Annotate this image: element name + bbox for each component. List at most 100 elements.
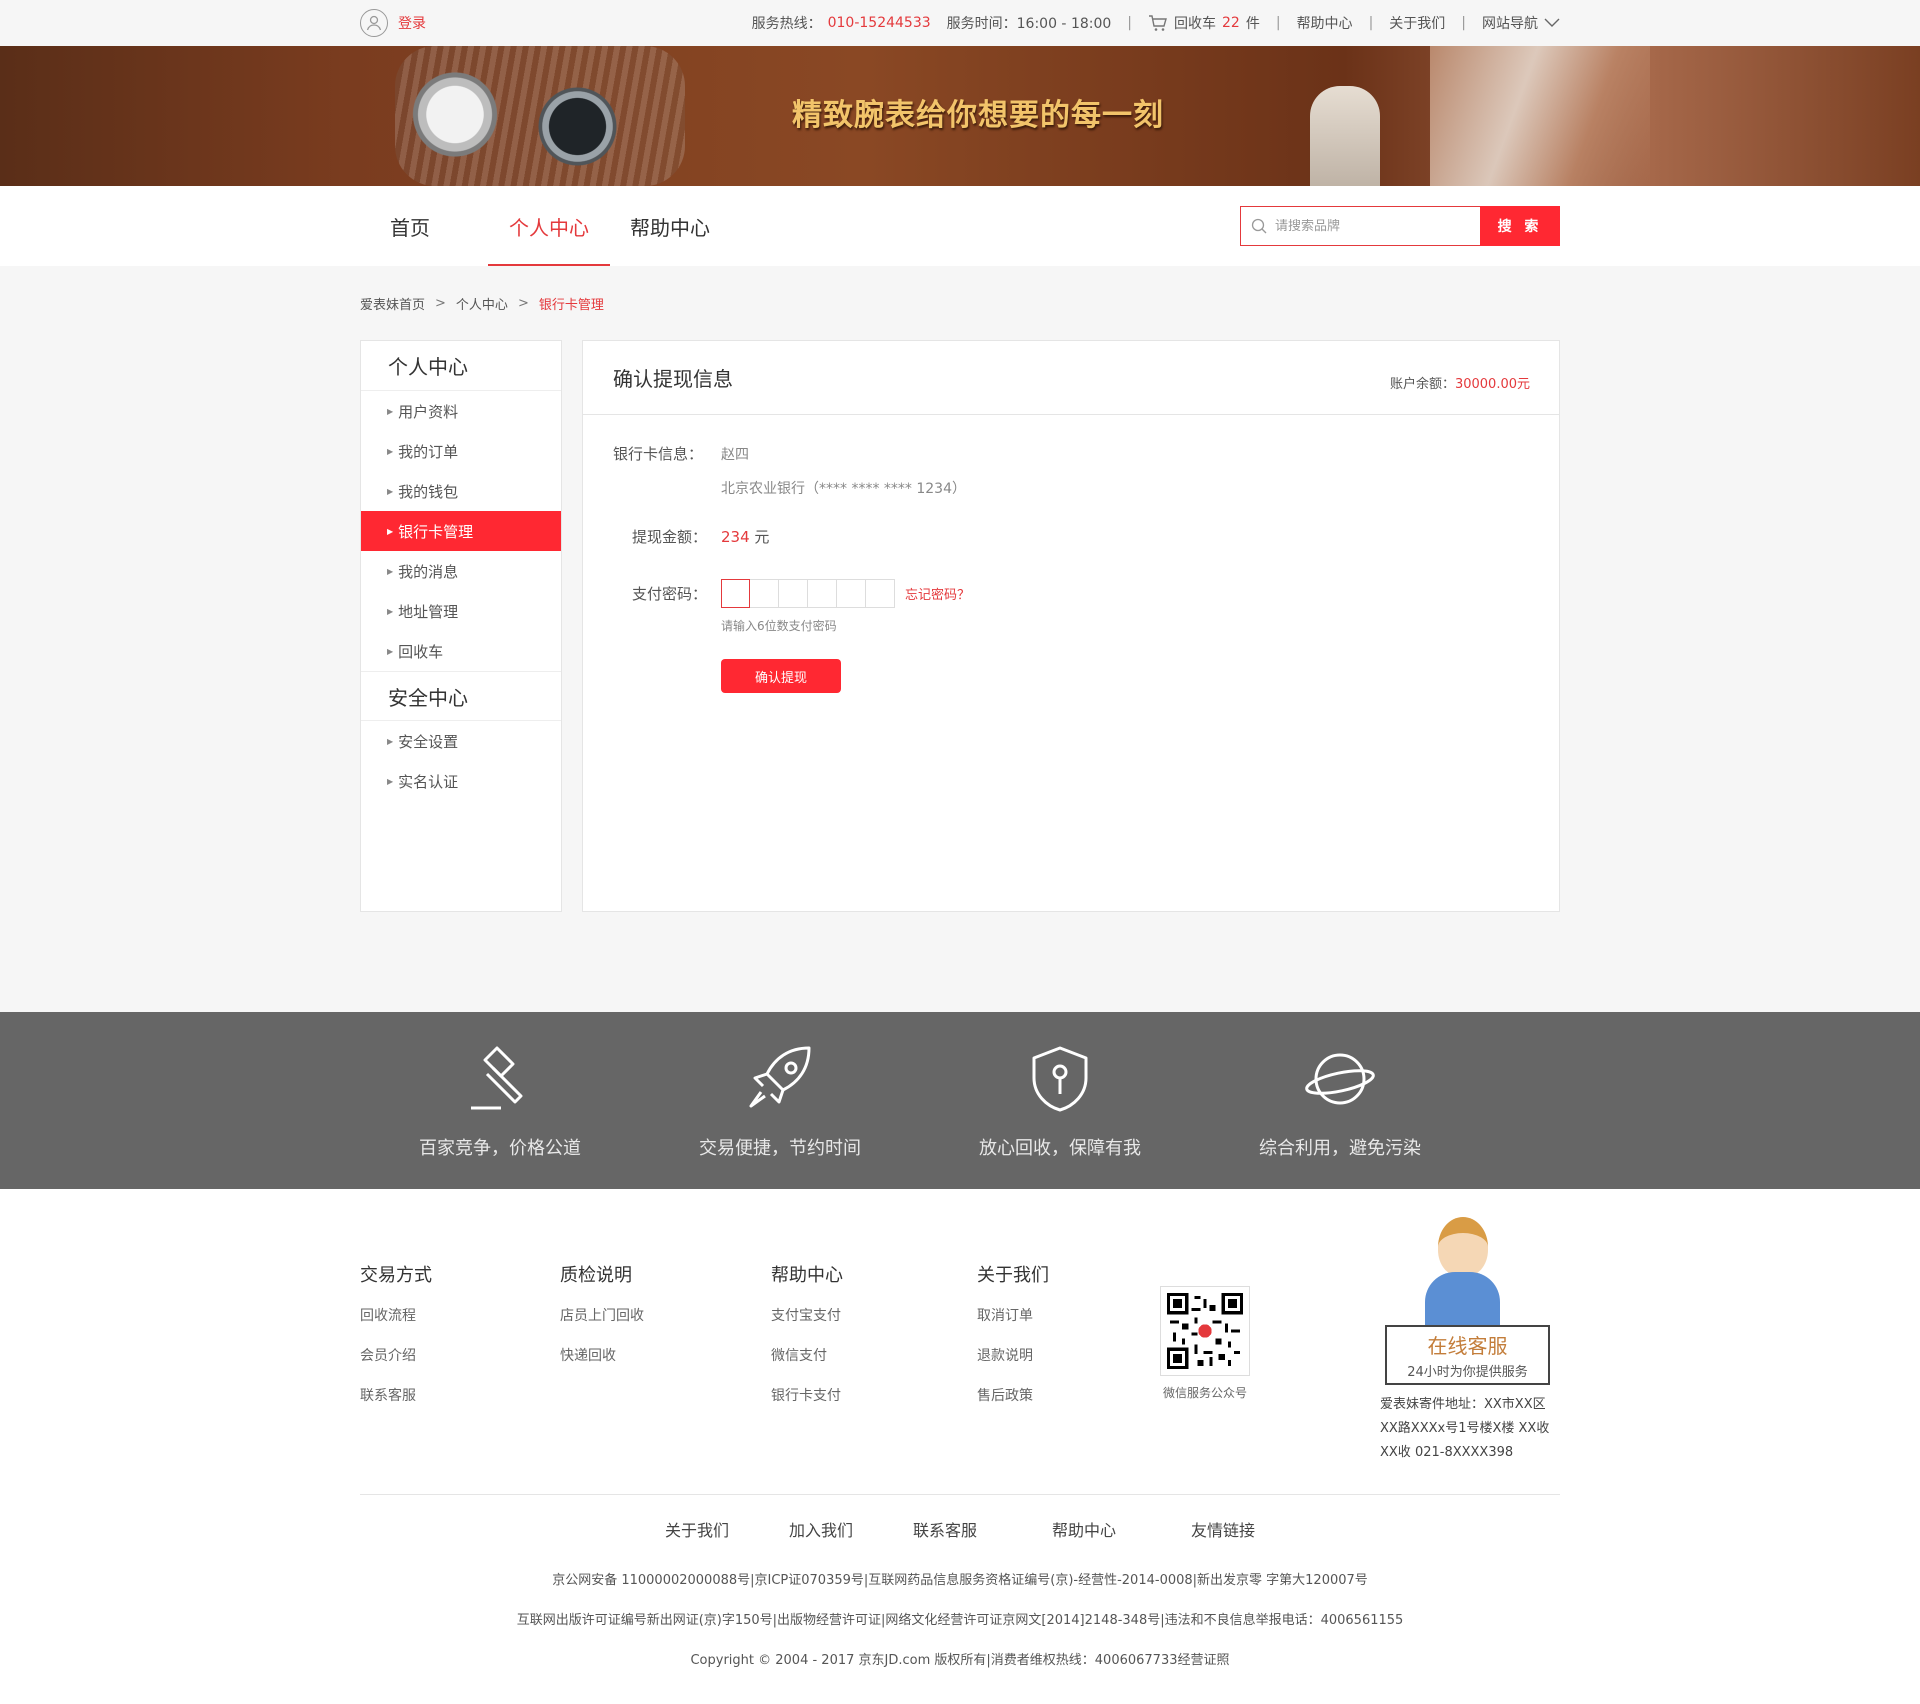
sidebar-item-label: 回收车 — [398, 642, 444, 661]
planet-icon — [1305, 1053, 1375, 1105]
divider: | — [1461, 15, 1466, 31]
footer-link[interactable]: 快递回收 — [560, 1345, 771, 1385]
gavel-icon — [471, 1046, 523, 1110]
main-nav-bar: 首页 个人中心 帮助中心 搜 索 — [0, 186, 1920, 266]
password-input-grid[interactable] — [721, 579, 895, 608]
nav-home[interactable]: 首页 — [360, 186, 460, 266]
legal-line-2: 互联网出版许可证编号新出网证(京)字150号|出版物经营许可证|网络文化经营许可… — [516, 1613, 1404, 1628]
bank-card-label: 银行卡信息： — [613, 445, 704, 463]
sidebar-group-security-title: 安全中心 — [361, 671, 561, 721]
agent-body — [1425, 1272, 1500, 1332]
feature-text: 百家竞争，价格公道 — [419, 1138, 581, 1159]
rocket-icon — [749, 1046, 811, 1108]
panel-body: 银行卡信息： 赵四 北京农业银行（**** **** **** 1234） 提现… — [583, 415, 1559, 721]
divider: | — [1368, 15, 1374, 31]
sidebar-item-security-settings[interactable]: ▶ 安全设置 — [361, 721, 561, 761]
footer-bottom-links: 关于我们 加入我们 联系客服 帮助中心 友情链接 — [360, 1517, 1560, 1541]
footer-link[interactable]: 回收流程 — [360, 1305, 560, 1345]
about-link[interactable]: 关于我们 — [1389, 13, 1445, 33]
password-digit-6[interactable] — [866, 579, 895, 608]
password-row: 支付密码： 忘记密码？ — [613, 579, 1529, 608]
sidebar-item-addresses[interactable]: ▶ 地址管理 — [361, 591, 561, 631]
promo-banner[interactable]: 精致腕表给你想要的每一刻 — [0, 46, 1920, 186]
footer-bottom-link-friends[interactable]: 友情链接 — [1191, 1517, 1255, 1541]
qr-code-image — [1160, 1286, 1250, 1376]
sidebar-item-label: 实名认证 — [398, 772, 459, 791]
footer-bottom-link-help[interactable]: 帮助中心 — [1052, 1517, 1116, 1541]
search-field-wrap[interactable] — [1240, 206, 1480, 246]
password-digit-4[interactable] — [808, 579, 837, 608]
footer: 交易方式 回收流程 会员介绍 联系客服 质检说明 店员上门回收 快递回收 帮助中… — [0, 1189, 1920, 1704]
site-nav-dropdown[interactable]: 网站导航 — [1482, 13, 1560, 33]
forgot-password-link[interactable]: 忘记密码？ — [905, 584, 970, 603]
sidebar-item-recycle-cart[interactable]: ▶ 回收车 — [361, 631, 561, 671]
amount-row: 提现金额： 234 元 — [613, 526, 1529, 547]
sidebar-item-messages[interactable]: ▶ 我的消息 — [361, 551, 561, 591]
password-digit-3[interactable] — [779, 579, 808, 608]
search-input[interactable] — [1275, 218, 1455, 234]
confirm-withdraw-button[interactable]: 确认提现 — [721, 659, 841, 693]
user-icon[interactable] — [360, 9, 388, 37]
qr-label: 微信服务公众号 — [1162, 1386, 1247, 1400]
sidebar-item-label: 用户资料 — [398, 402, 459, 421]
amount-value: 234 — [721, 528, 750, 546]
footer-bottom-link-contact[interactable]: 联系客服 — [913, 1517, 977, 1541]
breadcrumb-current: 银行卡管理 — [538, 297, 604, 313]
footer-link[interactable]: 支付宝支付 — [771, 1305, 977, 1345]
login-link[interactable]: 登录 — [398, 13, 426, 33]
cart-icon — [1149, 15, 1167, 31]
chevron-right-icon: > — [517, 295, 529, 311]
triangle-right-icon: ▶ — [387, 646, 394, 656]
amount-unit: 元 — [749, 528, 770, 546]
footer-column-title: 关于我们 — [977, 1265, 1049, 1286]
sidebar-item-verification[interactable]: ▶ 实名认证 — [361, 761, 561, 801]
login-area[interactable]: 登录 — [360, 9, 426, 37]
panel-header: 确认提现信息 账户余额：30000.00元 — [583, 341, 1559, 415]
triangle-right-icon: ▶ — [387, 736, 394, 746]
triangle-right-icon: ▶ — [387, 566, 394, 576]
password-label: 支付密码： — [632, 585, 708, 603]
bank-card-row: 银行卡信息： 赵四 北京农业银行（**** **** **** 1234） — [613, 443, 1529, 498]
footer-column-title: 帮助中心 — [771, 1265, 843, 1286]
password-hint: 请输入6位数支付密码 — [721, 619, 837, 633]
footer-link[interactable]: 售后政策 — [977, 1385, 1137, 1425]
footer-link[interactable]: 退款说明 — [977, 1345, 1137, 1385]
password-digit-2[interactable] — [750, 579, 779, 608]
shield-icon — [1032, 1046, 1088, 1112]
service-agent-illustration: 在线客服 24小时为你提供服务 — [1380, 1217, 1560, 1385]
sidebar-item-orders[interactable]: ▶ 我的订单 — [361, 431, 561, 471]
password-digit-5[interactable] — [837, 579, 866, 608]
footer-link[interactable]: 店员上门回收 — [560, 1305, 771, 1345]
search-button[interactable]: 搜 索 — [1480, 206, 1560, 246]
breadcrumb-center[interactable]: 个人中心 — [456, 294, 508, 313]
card-holder-name: 赵四 — [721, 447, 749, 463]
panel-title: 确认提现信息 — [613, 367, 733, 391]
footer-link[interactable]: 银行卡支付 — [771, 1385, 977, 1425]
withdraw-panel: 确认提现信息 账户余额：30000.00元 银行卡信息： 赵四 北京农业银行（*… — [582, 340, 1560, 912]
wechat-qr: 微信服务公众号 — [1160, 1286, 1250, 1401]
footer-bottom-link-about[interactable]: 关于我们 — [665, 1517, 729, 1541]
online-service[interactable]: 在线客服 24小时为你提供服务 爱表妹寄件地址：XX市XX区XX路XXXx号1号… — [1380, 1217, 1560, 1465]
footer-link[interactable]: 联系客服 — [360, 1385, 560, 1425]
password-digit-1[interactable] — [721, 579, 750, 608]
nav-help-center[interactable]: 帮助中心 — [610, 186, 730, 266]
help-link[interactable]: 帮助中心 — [1297, 13, 1353, 33]
sidebar-item-profile[interactable]: ▶ 用户资料 — [361, 391, 561, 431]
footer-link[interactable]: 取消订单 — [977, 1305, 1137, 1345]
chevron-right-icon: > — [435, 295, 446, 311]
footer-link[interactable]: 微信支付 — [771, 1345, 977, 1385]
amount-label: 提现金额： — [632, 528, 708, 546]
sidebar-item-wallet[interactable]: ▶ 我的钱包 — [361, 471, 561, 511]
cart-link[interactable]: 回收车 22 件 — [1148, 13, 1260, 33]
nav-personal-center[interactable]: 个人中心 — [488, 186, 610, 266]
service-sign: 在线客服 24小时为你提供服务 — [1385, 1325, 1550, 1385]
hotline-label: 服务热线： — [751, 16, 822, 32]
breadcrumb-home[interactable]: 爱表妹首页 — [360, 294, 425, 313]
account-balance: 账户余额：30000.00元 — [1390, 373, 1530, 392]
top-bar: 登录 服务热线： 010-15244533 服务时间：16:00 - 18:00 … — [0, 0, 1920, 46]
sidebar-item-label: 银行卡管理 — [398, 522, 474, 541]
footer-link[interactable]: 会员介绍 — [360, 1345, 560, 1385]
sidebar-item-bank-cards[interactable]: ▶ 银行卡管理 — [361, 511, 561, 551]
triangle-right-icon: ▶ — [387, 606, 394, 616]
footer-bottom-link-join[interactable]: 加入我们 — [789, 1517, 853, 1541]
